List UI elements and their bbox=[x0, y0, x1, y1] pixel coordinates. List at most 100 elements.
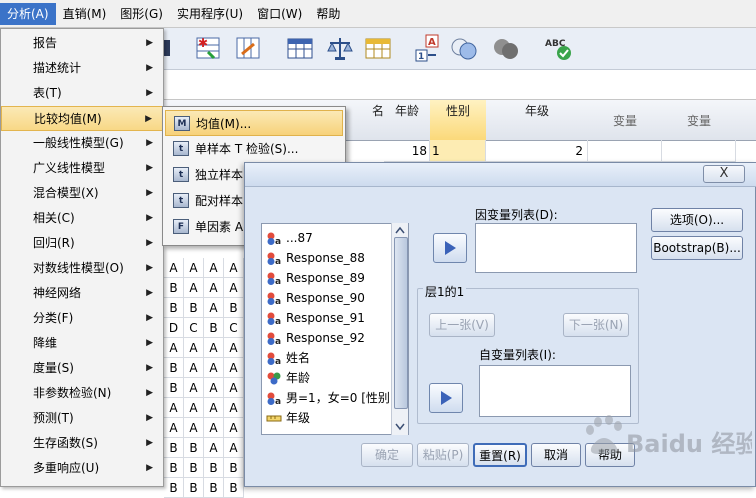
variable-item[interactable]: a Response_90 bbox=[266, 288, 365, 308]
paste-button[interactable]: 粘贴(P) bbox=[417, 443, 469, 467]
grid-cell[interactable]: B bbox=[184, 298, 204, 318]
menu-item-13[interactable]: 度量(S) ▶ bbox=[1, 356, 163, 381]
split-file-icon[interactable] bbox=[286, 34, 314, 62]
variable-list-scrollbar[interactable] bbox=[391, 223, 408, 435]
grid-cell[interactable]: A bbox=[224, 398, 244, 418]
cancel-button[interactable]: 取消 bbox=[531, 443, 581, 467]
grid-cell[interactable]: B bbox=[224, 478, 244, 498]
next-layer-button[interactable]: 下一张(N) bbox=[563, 313, 629, 337]
options-button[interactable]: 选项(O)... bbox=[651, 208, 743, 232]
grid-cell[interactable]: A bbox=[224, 258, 244, 278]
grid-cell[interactable]: B bbox=[164, 458, 184, 478]
variable-item[interactable]: a Response_92 bbox=[266, 328, 365, 348]
grid-cell[interactable]: A bbox=[204, 258, 224, 278]
col-header-var1[interactable]: 变量 bbox=[588, 100, 663, 141]
grid-cell[interactable]: A bbox=[224, 418, 244, 438]
grid-cell[interactable]: A bbox=[164, 338, 184, 358]
variable-item[interactable]: a 姓名 bbox=[266, 348, 310, 368]
menu-item-8[interactable]: 回归(R) ▶ bbox=[1, 231, 163, 256]
weight-cases-icon[interactable] bbox=[326, 34, 354, 62]
menu-item-9[interactable]: 对数线性模型(O) ▶ bbox=[1, 256, 163, 281]
move-to-independent-button[interactable] bbox=[429, 383, 463, 413]
grid-cell[interactable]: B bbox=[184, 458, 204, 478]
menu-item-6[interactable]: 混合模型(X) ▶ bbox=[1, 181, 163, 206]
variable-item[interactable]: a Response_88 bbox=[266, 248, 365, 268]
ok-button[interactable]: 确定 bbox=[361, 443, 413, 467]
grid-cell[interactable]: A bbox=[184, 258, 204, 278]
menu-item-12[interactable]: 降维 ▶ bbox=[1, 331, 163, 356]
dialog-close-button[interactable]: X bbox=[703, 165, 745, 183]
reset-button[interactable]: 重置(R) bbox=[473, 443, 527, 467]
insert-variable-icon[interactable] bbox=[234, 34, 262, 62]
variable-item[interactable]: 年级 bbox=[266, 408, 310, 428]
use-variable-sets-icon[interactable] bbox=[450, 34, 478, 62]
menubar-item-5[interactable]: 帮助 bbox=[309, 3, 347, 25]
cell-age-row1[interactable]: 18 bbox=[384, 140, 430, 162]
grid-cell[interactable]: A bbox=[204, 418, 224, 438]
menubar-item-0[interactable]: 分析(A) bbox=[0, 2, 56, 25]
scroll-thumb[interactable] bbox=[394, 237, 408, 409]
menu-item-5[interactable]: 广义线性模型 ▶ bbox=[1, 156, 163, 181]
menu-item-3[interactable]: 比较均值(M) ▶ bbox=[1, 106, 163, 131]
menu-item-17[interactable]: 多重响应(U) ▶ bbox=[1, 456, 163, 481]
variable-item[interactable]: 年龄 bbox=[266, 368, 310, 388]
independent-list-box[interactable] bbox=[479, 365, 631, 417]
grid-cell[interactable]: B bbox=[224, 298, 244, 318]
grid-cell[interactable]: A bbox=[184, 378, 204, 398]
grid-cell[interactable]: A bbox=[224, 378, 244, 398]
menu-item-7[interactable]: 相关(C) ▶ bbox=[1, 206, 163, 231]
grid-cell[interactable]: B bbox=[164, 358, 184, 378]
grid-cell[interactable]: A bbox=[184, 398, 204, 418]
submenu-item-0[interactable]: M 均值(M)... bbox=[165, 110, 343, 136]
grid-cell[interactable]: A bbox=[224, 358, 244, 378]
variable-item[interactable]: a Response_89 bbox=[266, 268, 365, 288]
menubar-item-3[interactable]: 实用程序(U) bbox=[170, 3, 250, 25]
grid-cell[interactable]: A bbox=[164, 258, 184, 278]
cell-empty[interactable] bbox=[588, 140, 662, 162]
grid-cell[interactable]: A bbox=[184, 278, 204, 298]
select-cases-icon[interactable] bbox=[364, 34, 392, 62]
grid-cell[interactable]: A bbox=[184, 338, 204, 358]
scroll-up-icon[interactable] bbox=[395, 226, 405, 234]
grid-cell[interactable]: A bbox=[204, 338, 224, 358]
cell-edit-bar[interactable] bbox=[164, 70, 756, 100]
menu-item-16[interactable]: 生存函数(S) ▶ bbox=[1, 431, 163, 456]
grid-cell[interactable]: B bbox=[184, 478, 204, 498]
grid-cell[interactable]: A bbox=[204, 278, 224, 298]
variable-item[interactable]: a 男=1，女=0 [性别] bbox=[266, 388, 395, 408]
cell-gender-row1[interactable]: 1 bbox=[430, 140, 486, 162]
partial-tool-icon[interactable] bbox=[160, 34, 188, 62]
grid-cell[interactable]: A bbox=[204, 438, 224, 458]
col-header-var2[interactable]: 变量 bbox=[662, 100, 737, 141]
grid-cell[interactable]: B bbox=[164, 478, 184, 498]
variable-item[interactable]: a ...87 bbox=[266, 228, 313, 248]
grid-cell[interactable]: B bbox=[224, 458, 244, 478]
menubar-item-1[interactable]: 直销(M) bbox=[56, 3, 114, 25]
menu-item-1[interactable]: 描述统计 ▶ bbox=[1, 56, 163, 81]
spell-check-icon[interactable]: ABC bbox=[544, 34, 572, 62]
menu-item-14[interactable]: 非参数检验(N) ▶ bbox=[1, 381, 163, 406]
move-to-dependent-button[interactable] bbox=[433, 233, 467, 263]
submenu-item-1[interactable]: t 单样本 T 检验(S)... bbox=[165, 136, 343, 162]
col-header-grade[interactable]: 年级 bbox=[486, 100, 589, 141]
grid-cell[interactable]: A bbox=[224, 338, 244, 358]
grid-cell[interactable]: C bbox=[224, 318, 244, 338]
grid-cell[interactable]: B bbox=[184, 438, 204, 458]
col-header-age[interactable]: 年龄 bbox=[384, 100, 431, 141]
menubar-item-2[interactable]: 图形(G) bbox=[113, 3, 170, 25]
insert-cases-icon[interactable]: ✱ bbox=[194, 34, 222, 62]
grid-cell[interactable]: C bbox=[184, 318, 204, 338]
menu-item-0[interactable]: 报告 ▶ bbox=[1, 31, 163, 56]
scroll-down-icon[interactable] bbox=[395, 423, 405, 431]
grid-cell[interactable]: D bbox=[164, 318, 184, 338]
grid-cell[interactable]: A bbox=[184, 358, 204, 378]
show-all-variables-icon[interactable] bbox=[492, 34, 520, 62]
grid-cell[interactable]: A bbox=[224, 278, 244, 298]
grid-cell[interactable]: A bbox=[204, 378, 224, 398]
source-variable-list[interactable]: a ...87 a Response_88 a Response_89 a Response_… bbox=[261, 223, 409, 435]
value-labels-icon[interactable]: A1 bbox=[414, 34, 442, 62]
grid-cell[interactable]: A bbox=[204, 358, 224, 378]
bootstrap-button[interactable]: Bootstrap(B)... bbox=[651, 236, 743, 260]
menu-item-4[interactable]: 一般线性模型(G) ▶ bbox=[1, 131, 163, 156]
cell-empty[interactable] bbox=[662, 140, 736, 162]
